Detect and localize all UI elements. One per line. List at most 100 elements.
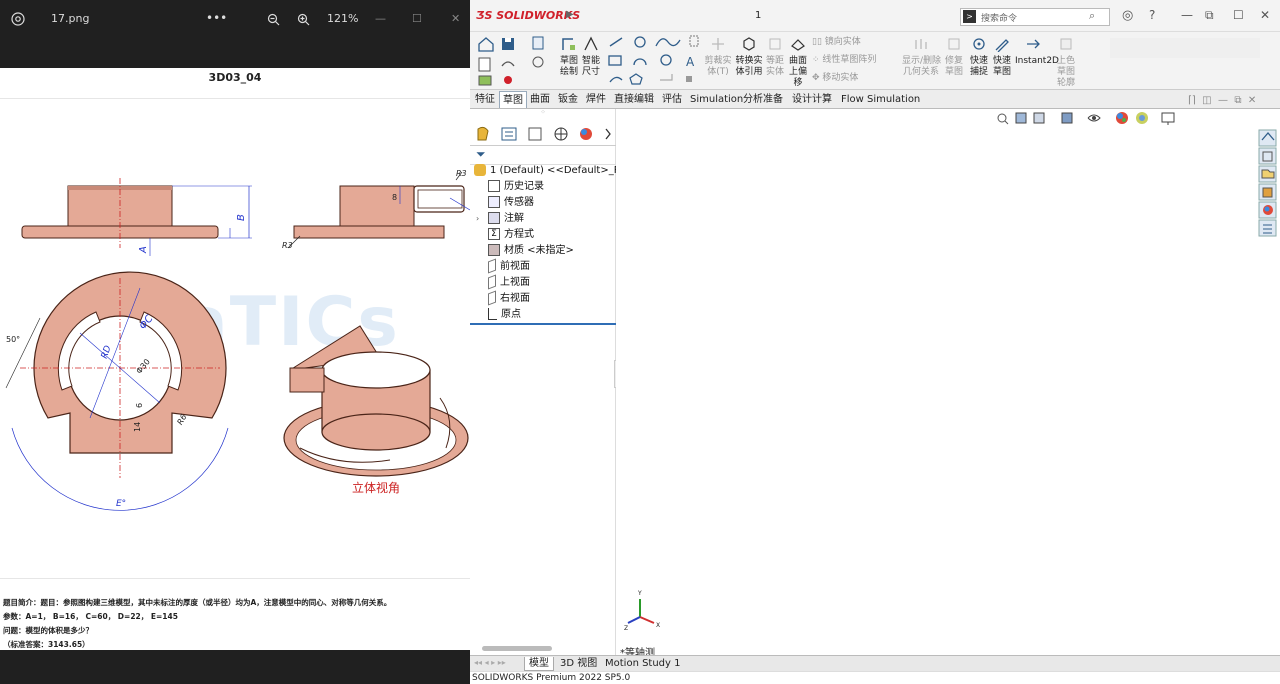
- rollback-bar[interactable]: [470, 323, 616, 325]
- viewer-filename: 17.png: [51, 12, 90, 25]
- tree-item-equations[interactable]: Σ 方程式: [488, 227, 534, 243]
- offset-entities-button[interactable]: 等距 实体: [764, 36, 786, 78]
- tab-sketch[interactable]: 草图: [499, 91, 527, 108]
- tab-nav-arrows[interactable]: ◂◂ ◂ ▸ ▸▸: [474, 658, 506, 667]
- tab-model[interactable]: 模型: [524, 657, 554, 671]
- dim-14: 14: [133, 422, 142, 432]
- minimize-icon[interactable]: —: [1181, 8, 1193, 22]
- relations-icon: [915, 39, 927, 49]
- plane-icon: [488, 274, 496, 290]
- zoom-level[interactable]: 121%: [327, 0, 358, 37]
- command-search[interactable]: > 搜索命令 ⌕: [960, 8, 1110, 26]
- display-delete-relations-button[interactable]: 显示/删除 几何关系: [902, 36, 941, 78]
- tree-item-top-plane[interactable]: 上视面: [488, 274, 530, 291]
- sketch-tools-grid[interactable]: A: [606, 34, 702, 88]
- zoom-in-icon[interactable]: [297, 0, 310, 37]
- expand-icon[interactable]: ›: [476, 211, 479, 227]
- annotations-icon: [488, 212, 500, 224]
- tree-item-annotations[interactable]: › 注解: [476, 211, 524, 227]
- quick-snap-button[interactable]: 快速 捕捉: [968, 36, 990, 78]
- dim-6: 6: [135, 403, 144, 408]
- quick-sketch-button[interactable]: 快速 草图: [991, 36, 1013, 78]
- options-icons[interactable]: [530, 34, 546, 84]
- help-icon[interactable]: ?: [1149, 8, 1155, 22]
- viewer-app-icon: [11, 0, 25, 37]
- trim-icon: [712, 38, 724, 50]
- engineering-drawing: B A 8 R3 R3 50° ΦC Φ30 RD 6 14 R6 E° 立体视…: [5, 169, 470, 511]
- search-icon[interactable]: ⌕: [1089, 9, 1095, 23]
- convert-entities-button[interactable]: 转换实 体引用: [734, 36, 764, 78]
- close-icon[interactable]: ✕: [1260, 8, 1270, 22]
- task-pane-tabs[interactable]: [1258, 128, 1278, 238]
- sketch-draw-button[interactable]: 草图 绘制: [558, 36, 580, 78]
- minimize-icon[interactable]: —: [375, 0, 386, 37]
- fm-tabs[interactable]: [474, 125, 614, 143]
- tab-3d-views[interactable]: 3D 视图: [556, 657, 601, 671]
- trim-label: 剪裁实 体(T): [704, 56, 732, 77]
- material-icon: [488, 244, 500, 256]
- trim-entities-button[interactable]: 剪裁实 体(T): [704, 36, 732, 78]
- tab-weldments[interactable]: 焊件: [583, 91, 609, 108]
- plane-icon: [488, 290, 496, 306]
- front-view: [21, 178, 252, 256]
- tab-sheet-metal[interactable]: 钣金: [555, 91, 581, 108]
- panel-grip[interactable]: ⁘: [470, 109, 616, 116]
- tab-direct-edit[interactable]: 直接编辑: [611, 91, 657, 108]
- tree-item-material[interactable]: 材质 <未指定>: [488, 243, 574, 259]
- desc-line-2: 参数：A=1， B=16， C=60， D=22， E=145: [3, 612, 178, 621]
- close-icon[interactable]: ✕: [451, 0, 460, 37]
- smart-dimension-button[interactable]: 智能 尺寸: [580, 36, 602, 78]
- quick-access-icons[interactable]: [476, 36, 524, 86]
- tab-design-calc[interactable]: 设计计算: [789, 91, 835, 108]
- tab-motion-study[interactable]: Motion Study 1: [601, 657, 685, 671]
- shaded-sketch-button[interactable]: 上色 草图 轮廓: [1054, 36, 1078, 89]
- triad-x-label: X: [656, 622, 660, 629]
- repair-sketch-button[interactable]: 修复 草图: [942, 36, 966, 78]
- graphics-area[interactable]: ⌈⌉ ◫ — ⧉ ✕ Y X Z *等轴测: [616, 95, 1280, 659]
- repair-label: 修复 草图: [944, 56, 963, 77]
- desc-line-1: 题目简介：题目：参照图构建三维模型，其中未标注的厚度（或半径）均为A，注意模型中…: [3, 598, 392, 607]
- tab-flow-simulation[interactable]: Flow Simulation: [838, 91, 923, 108]
- sw-titlebar: ƷS SOLIDWORKS ▶ 1 > 搜索命令 ⌕ ◎ ? — ⧉ ☐ ✕: [470, 0, 1280, 32]
- instant2d-button[interactable]: Instant2D: [1015, 36, 1059, 67]
- convert-icon: [743, 37, 755, 51]
- desc-line-3: 问题：模型的体积是多少？: [3, 626, 93, 635]
- filter-icon[interactable]: ⏷: [476, 147, 486, 162]
- more-options-icon[interactable]: •••: [206, 0, 227, 37]
- maximize-icon[interactable]: ☐: [1233, 8, 1244, 22]
- tab-evaluate[interactable]: 评估: [659, 91, 685, 108]
- quick-snap-icon: [973, 38, 985, 50]
- tab-features[interactable]: 特征: [472, 91, 498, 108]
- restore-icon[interactable]: ⧉: [1205, 8, 1214, 23]
- equations-icon: Σ: [488, 228, 500, 240]
- tab-analysis-prep[interactable]: 分析准备: [740, 91, 786, 108]
- svg-text:A: A: [686, 55, 695, 69]
- sketch-draw-label: 草图 绘制: [559, 56, 578, 77]
- tree-item-front-plane[interactable]: 前视面: [488, 258, 530, 275]
- shaded-sketch-icon: [1060, 38, 1072, 50]
- tab-surfaces[interactable]: 曲面: [527, 91, 553, 108]
- dim-r3-right: R3: [456, 169, 467, 178]
- maximize-icon[interactable]: ☐: [412, 0, 422, 37]
- sw-logo[interactable]: ƷS SOLIDWORKS: [476, 9, 580, 22]
- surface-offset-button[interactable]: 曲面 上偏 移: [786, 36, 810, 89]
- search-input[interactable]: 搜索命令: [981, 11, 1017, 24]
- tree-root[interactable]: 1 (Default) <<Default>_Phot: [474, 163, 636, 179]
- move-entities-button[interactable]: ✥ 移动实体: [812, 73, 858, 84]
- sketch-ribbon: 草图 绘制 智能 尺寸 A 剪裁实 体(T) 转换实 体引用 等距 实体 曲面 …: [470, 32, 1280, 90]
- fm-scrollbar[interactable]: [482, 646, 552, 651]
- tree-item-right-plane[interactable]: 右视面: [488, 290, 530, 307]
- zoom-out-icon[interactable]: [267, 0, 280, 37]
- mirror-entities-button[interactable]: ▯▯ 镜向实体: [812, 37, 861, 48]
- viewer-toolbar-area: [0, 37, 470, 68]
- tree-item-sensors[interactable]: 传感器: [488, 195, 534, 211]
- tree-item-origin[interactable]: 原点: [488, 307, 521, 323]
- linear-pattern-button[interactable]: ⁘ 线性草图阵列: [812, 55, 876, 66]
- menu-expand-icon[interactable]: ▶: [566, 9, 574, 20]
- heads-up-view-toolbar[interactable]: [996, 110, 1196, 128]
- surface-offset-label: 曲面 上偏 移: [788, 56, 807, 88]
- tab-simulation[interactable]: Simulation: [687, 91, 746, 108]
- window-controls[interactable]: ⌈⌉ ◫ — ⧉ ✕: [1188, 95, 1256, 106]
- user-icon[interactable]: ◎: [1122, 8, 1133, 23]
- tree-item-history[interactable]: 历史记录: [488, 179, 544, 195]
